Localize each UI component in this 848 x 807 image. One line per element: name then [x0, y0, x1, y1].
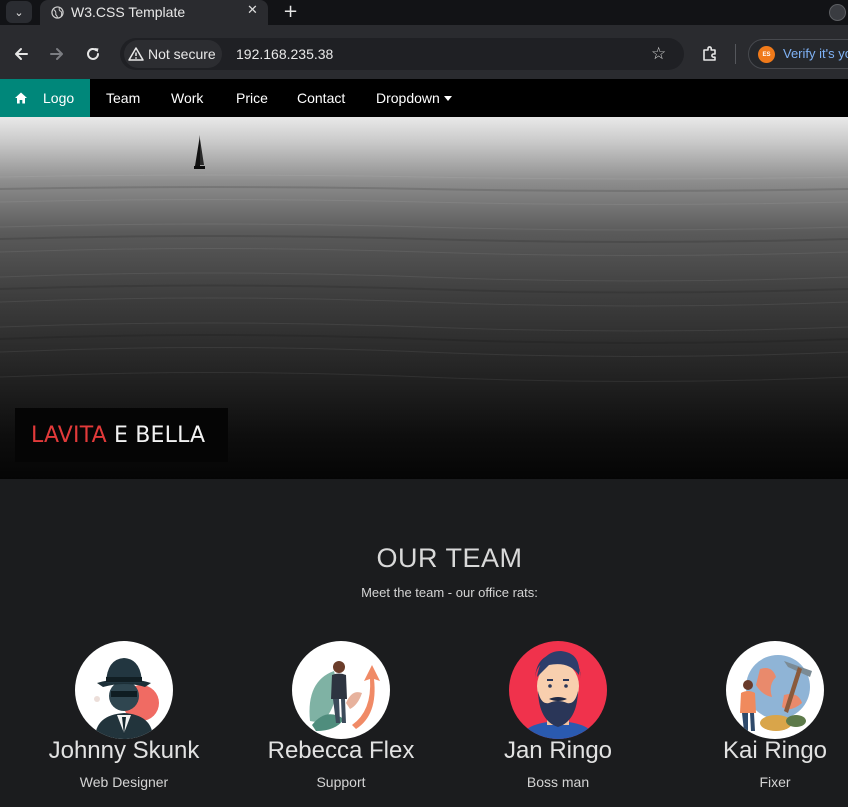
member-role: Web Designer	[79, 774, 169, 790]
member-role: Support	[316, 774, 366, 790]
forward-icon[interactable]	[48, 45, 66, 63]
team-section-title: OUR TEAM	[376, 543, 523, 573]
site-navbar: Logo Team Work Price Contact Dropdown	[0, 79, 848, 117]
address-bar[interactable]: Not secure 192.168.235.38 ☆	[120, 38, 684, 70]
nav-link-price[interactable]: Price	[236, 79, 268, 117]
bearded-man-avatar	[509, 641, 607, 739]
builder-globe-avatar	[726, 641, 824, 739]
team-member-card: Jan Ringo Boss man	[458, 641, 658, 790]
web-page: Logo Team Work Price Contact Dropdown LA…	[0, 79, 848, 807]
hero-title-accent: LAVITA	[31, 422, 107, 448]
security-label: Not secure	[148, 46, 216, 62]
tab-title: W3.CSS Template	[71, 4, 186, 20]
url-text[interactable]: 192.168.235.38	[236, 46, 333, 62]
new-tab-icon[interactable]: +	[283, 1, 298, 22]
home-icon	[15, 92, 27, 104]
browser-tabstrip: ⌄ W3.CSS Template ✕ +	[0, 0, 848, 25]
detective-avatar	[75, 641, 173, 739]
nav-link-contact[interactable]: Contact	[297, 79, 345, 117]
member-name: Rebecca Flex	[267, 737, 415, 764]
profile-icon[interactable]	[829, 4, 846, 21]
hero-title-badge: LAVITA E BELLA	[15, 408, 228, 462]
site-info-chip[interactable]: Not secure	[124, 40, 222, 68]
close-tab-icon[interactable]: ✕	[247, 3, 258, 18]
reload-icon[interactable]	[84, 45, 102, 63]
caret-down-icon	[443, 96, 452, 101]
team-member-card: Johnny Skunk Web Designer	[24, 641, 224, 790]
growth-chart-avatar	[292, 641, 390, 739]
nav-logo-label: Logo	[43, 90, 75, 106]
nav-link-team[interactable]: Team	[106, 79, 140, 117]
member-role: Boss man	[526, 774, 590, 790]
team-member-card: Rebecca Flex Support	[241, 641, 441, 790]
verify-badge-icon: ES	[758, 46, 775, 63]
bookmark-star-icon[interactable]: ☆	[651, 44, 666, 64]
nav-dropdown-label: Dropdown	[376, 90, 440, 106]
hero-title-rest: E BELLA	[113, 422, 206, 448]
warning-icon	[128, 47, 144, 61]
team-member-card: Kai Ringo Fixer	[675, 641, 848, 790]
extensions-icon[interactable]	[701, 45, 719, 63]
browser-toolbar: Not secure 192.168.235.38 ☆ ES Verify it…	[0, 25, 848, 79]
tab-search-button[interactable]: ⌄	[6, 1, 32, 23]
browser-tab[interactable]: W3.CSS Template ✕	[40, 0, 268, 25]
member-name: Johnny Skunk	[48, 737, 200, 764]
sailboat-icon	[194, 135, 205, 169]
hero-banner: LAVITA E BELLA	[0, 117, 848, 479]
verify-extension-chip[interactable]: ES Verify it's yo	[748, 39, 848, 69]
globe-icon	[51, 6, 64, 19]
member-name: Kai Ringo	[722, 737, 828, 764]
member-role: Fixer	[759, 774, 791, 790]
nav-dropdown[interactable]: Dropdown	[376, 79, 452, 117]
nav-logo-link[interactable]: Logo	[0, 79, 90, 117]
verify-label: Verify it's yo	[783, 46, 848, 61]
toolbar-divider	[735, 44, 736, 64]
member-name: Jan Ringo	[503, 737, 613, 764]
nav-link-work[interactable]: Work	[171, 79, 203, 117]
team-section-subtitle: Meet the team - our office rats:	[361, 585, 538, 600]
back-icon[interactable]	[12, 45, 30, 63]
